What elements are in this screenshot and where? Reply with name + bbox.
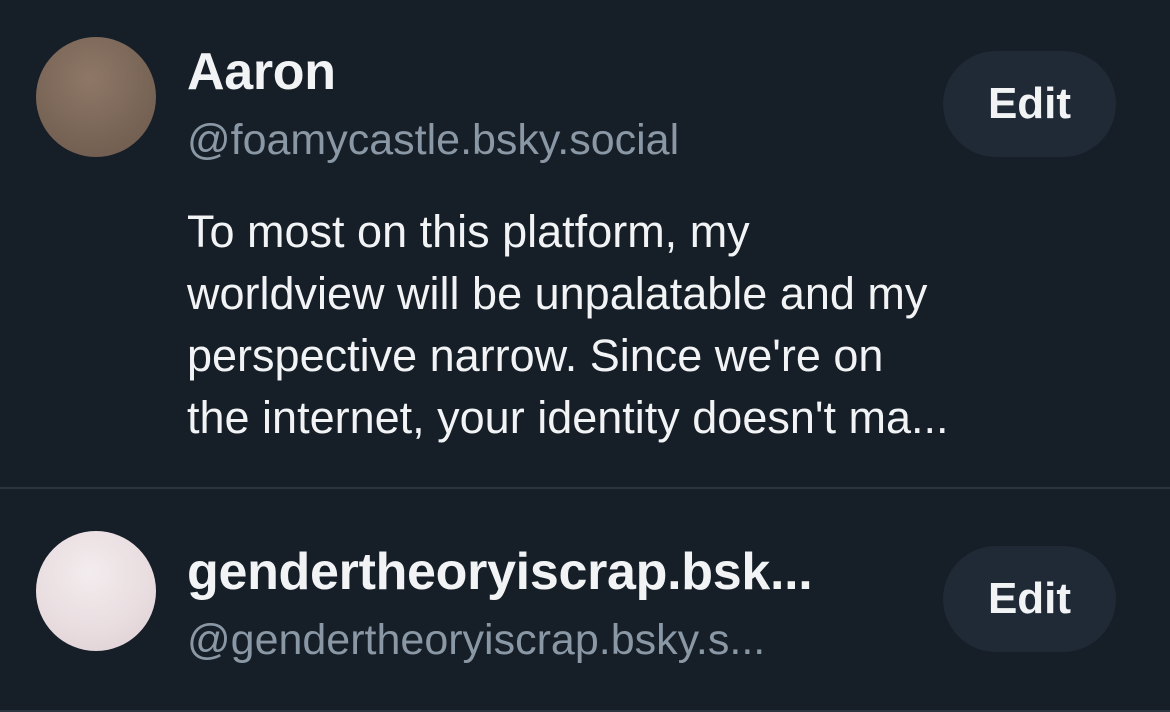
profile-bio: To most on this platform, my worldview w… <box>187 201 1117 449</box>
display-name: gendertheoryiscrap.bsk... <box>187 543 813 601</box>
profile-list: Aaron @foamycastle.bsky.social Edit To m… <box>0 0 1170 712</box>
avatar[interactable] <box>36 37 156 157</box>
handle: @gendertheoryiscrap.bsky.s... <box>187 616 766 664</box>
bio-line: worldview will be unpalatable and my <box>187 268 928 319</box>
bio-line: perspective narrow. Since we're on <box>187 330 884 381</box>
avatar[interactable] <box>36 531 156 651</box>
bio-line: the internet, your identity doesn't ma..… <box>187 392 949 443</box>
edit-button[interactable]: Edit <box>943 51 1116 157</box>
display-name: Aaron <box>187 43 336 101</box>
list-item[interactable]: gendertheoryiscrap.bsk... @gendertheoryi… <box>0 490 1170 712</box>
handle: @foamycastle.bsky.social <box>187 116 680 164</box>
list-item[interactable]: Aaron @foamycastle.bsky.social Edit To m… <box>0 0 1170 489</box>
bio-line: To most on this platform, my <box>187 206 750 257</box>
edit-button[interactable]: Edit <box>943 546 1116 652</box>
